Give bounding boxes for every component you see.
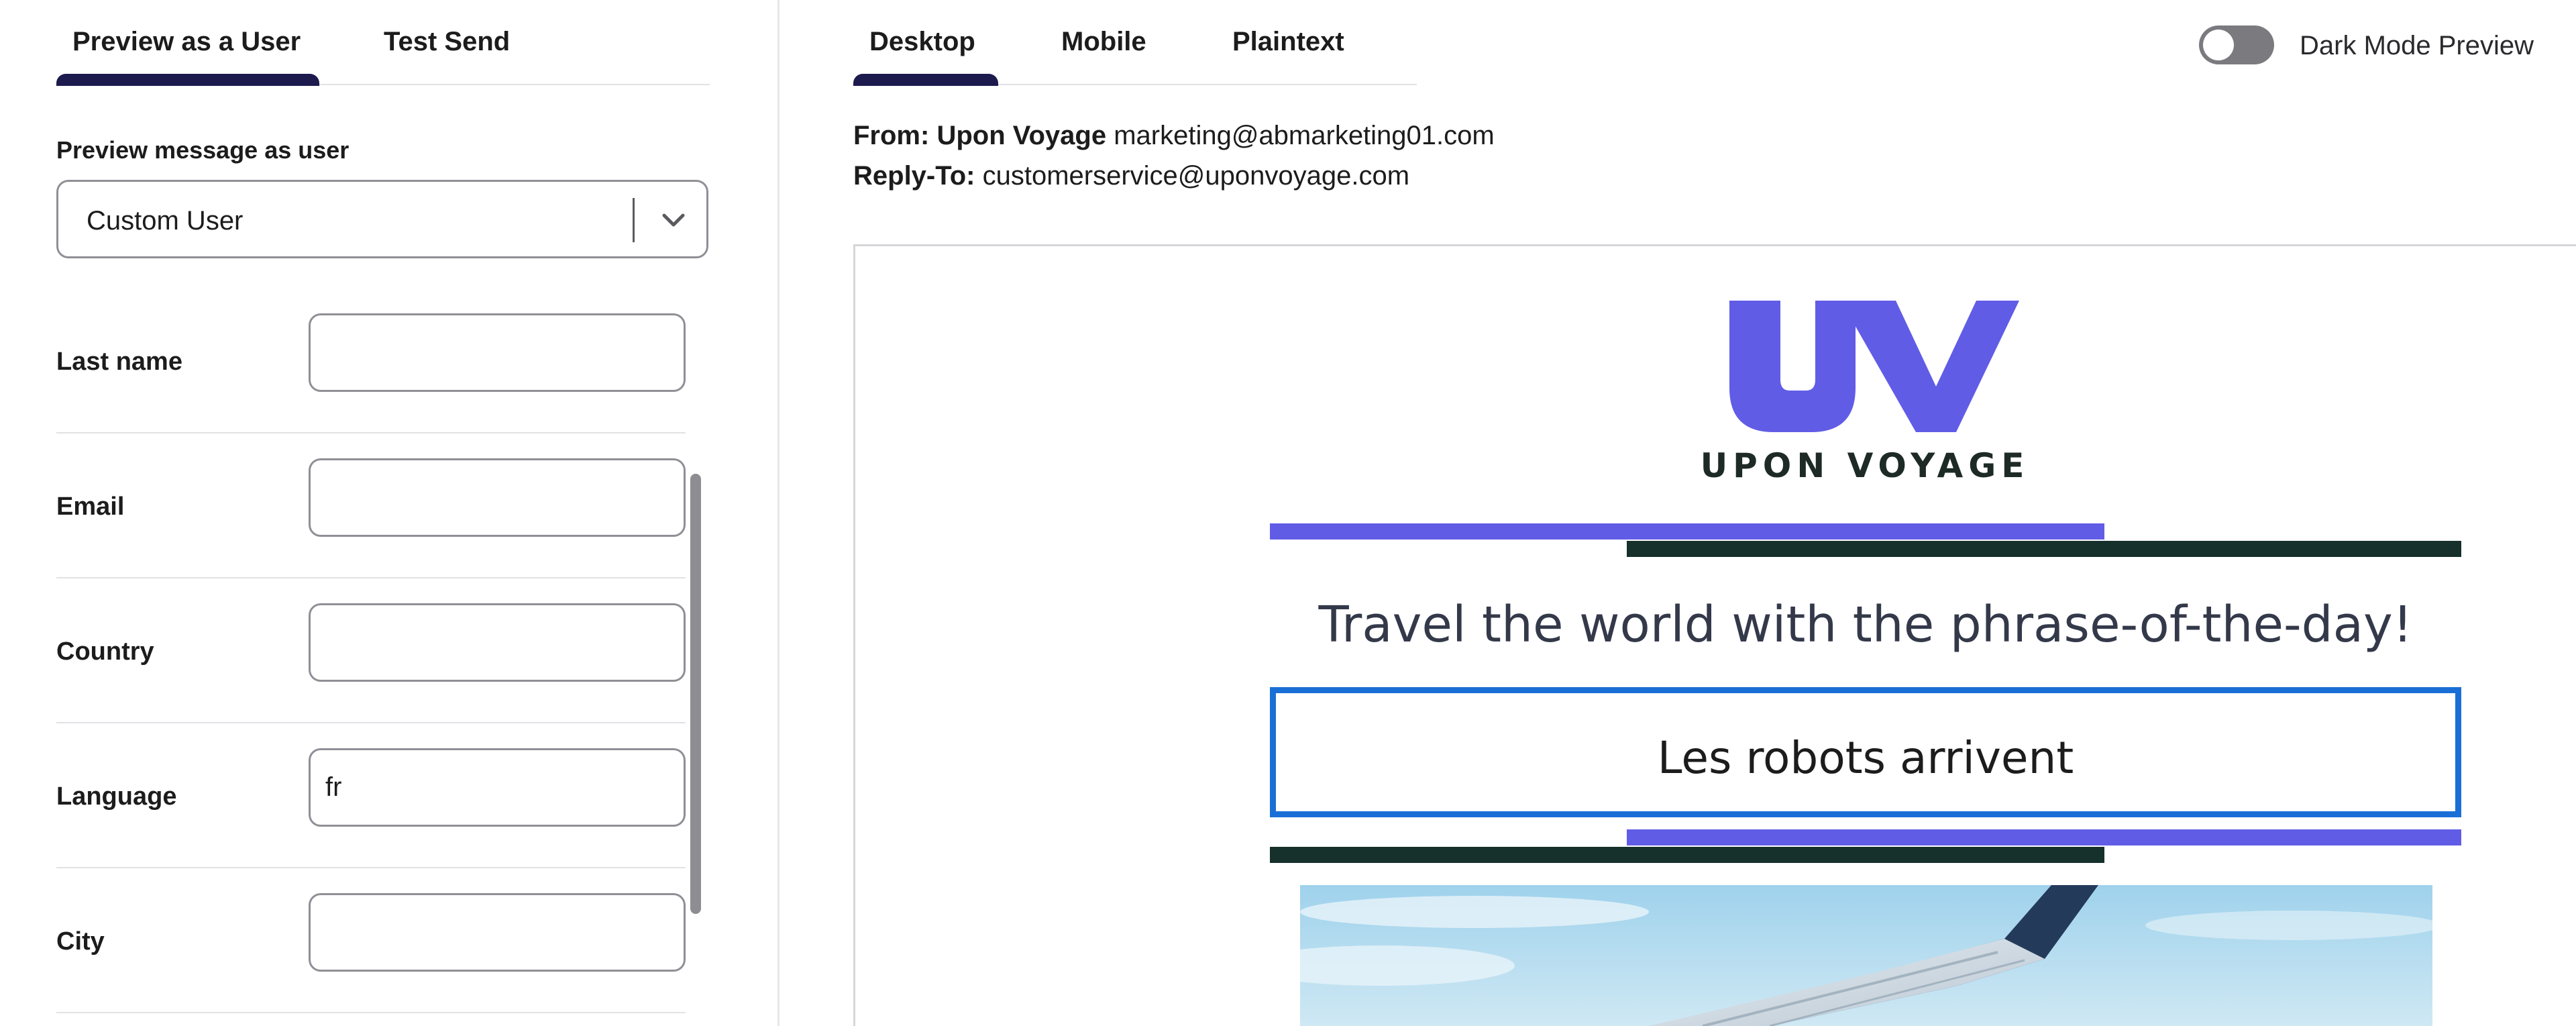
preview-user-select[interactable]: Custom User bbox=[56, 180, 708, 258]
active-device-tab-indicator bbox=[853, 74, 998, 86]
preview-user-label: Preview message as user bbox=[56, 136, 350, 164]
dark-mode-label: Dark Mode Preview bbox=[2300, 31, 2534, 60]
country-input[interactable] bbox=[309, 603, 686, 682]
email-label: Email bbox=[56, 493, 125, 521]
selected-user-value: Custom User bbox=[87, 206, 244, 236]
preview-settings-panel: Preview as a User Test Send Preview mess… bbox=[0, 0, 780, 1026]
field-row-city: City bbox=[56, 868, 686, 1013]
email-input[interactable] bbox=[309, 458, 686, 537]
phrase-of-the-day-box: Les robots arrivent bbox=[1270, 687, 2461, 817]
from-name: Upon Voyage bbox=[936, 121, 1107, 150]
accent-bar-purple-top bbox=[1270, 523, 2104, 540]
email-headline: Travel the world with the phrase-of-the-… bbox=[1318, 596, 2413, 654]
fields-scrollbar[interactable] bbox=[690, 474, 701, 914]
language-label: Language bbox=[56, 782, 177, 811]
tab-desktop[interactable]: Desktop bbox=[869, 27, 975, 57]
accent-bar-dark-top bbox=[1627, 541, 2461, 557]
tab-plaintext[interactable]: Plaintext bbox=[1232, 27, 1344, 57]
reply-to-prefix: Reply-To: bbox=[853, 161, 975, 191]
from-address: marketing@abmarketing01.com bbox=[1114, 121, 1495, 150]
last-name-input[interactable] bbox=[309, 313, 686, 392]
tab-test-send[interactable]: Test Send bbox=[384, 27, 510, 57]
upon-voyage-logo-icon bbox=[1729, 301, 2019, 432]
field-row-email: Email bbox=[56, 433, 686, 578]
brand-name: UPON VOYAGE bbox=[1700, 446, 2030, 485]
select-divider bbox=[633, 198, 635, 242]
field-row-language: Language bbox=[56, 723, 686, 868]
city-input[interactable] bbox=[309, 893, 686, 972]
tab-preview-as-user[interactable]: Preview as a User bbox=[72, 27, 301, 57]
reply-to-address: customerservice@uponvoyage.com bbox=[982, 161, 1410, 191]
city-label: City bbox=[56, 927, 105, 956]
reply-to-line: Reply-To: customerservice@uponvoyage.com bbox=[853, 161, 1409, 191]
country-label: Country bbox=[56, 637, 154, 666]
chevron-down-icon[interactable] bbox=[659, 206, 688, 236]
device-tabs: Desktop Mobile Plaintext bbox=[853, 0, 1417, 86]
phrase-of-the-day: Les robots arrivent bbox=[1657, 732, 2074, 784]
language-input[interactable] bbox=[309, 748, 686, 827]
last-name-label: Last name bbox=[56, 348, 182, 376]
from-line: From: Upon Voyage marketing@abmarketing0… bbox=[853, 121, 1495, 151]
accent-bar-purple-bottom bbox=[1627, 829, 2461, 845]
from-prefix: From: bbox=[853, 121, 930, 150]
field-row-last-name: Last name bbox=[56, 289, 686, 433]
accent-bar-dark-bottom bbox=[1270, 847, 2104, 863]
dark-mode-toggle[interactable] bbox=[2199, 25, 2274, 64]
toggle-knob bbox=[2203, 30, 2234, 60]
hero-airplane-wing-image bbox=[1300, 885, 2432, 1026]
tab-mobile[interactable]: Mobile bbox=[1061, 27, 1146, 57]
preview-mode-tabs: Preview as a User Test Send bbox=[56, 0, 710, 86]
field-row-country: Country bbox=[56, 578, 686, 723]
active-tab-indicator bbox=[56, 74, 319, 86]
